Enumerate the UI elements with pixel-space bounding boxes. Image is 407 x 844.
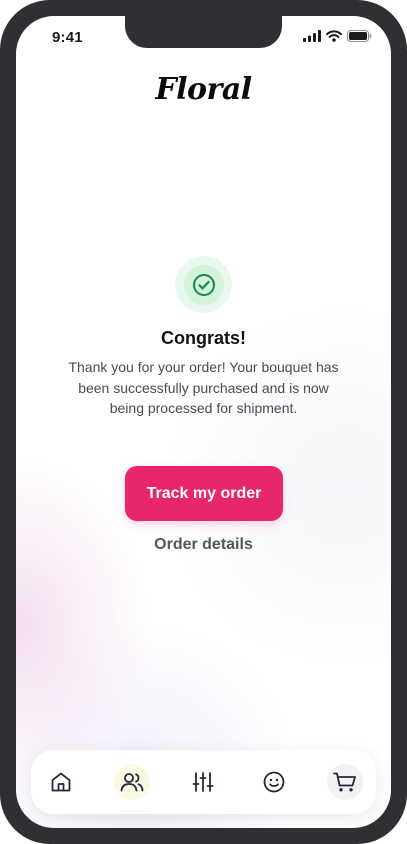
people-icon — [119, 770, 145, 794]
order-details-link[interactable]: Order details — [16, 536, 391, 554]
bottom-nav — [31, 750, 376, 814]
battery-icon — [347, 30, 372, 42]
success-badge — [175, 256, 232, 313]
confirmation-message: Thank you for your order! Your bouquet h… — [68, 359, 339, 416]
wifi-icon — [326, 30, 342, 42]
screen-background — [16, 16, 391, 828]
screen: 9:41 Floral Congrats! Thank you for your… — [16, 16, 391, 828]
cart-icon — [332, 770, 358, 794]
signal-icon — [303, 30, 321, 42]
nav-cart[interactable] — [327, 764, 363, 800]
nav-profile[interactable] — [256, 764, 292, 800]
smiley-icon — [262, 770, 286, 794]
track-order-button[interactable]: Track my order — [125, 466, 283, 521]
nav-home[interactable] — [43, 764, 79, 800]
home-icon — [49, 770, 73, 794]
status-time: 9:41 — [52, 29, 83, 46]
status-icons — [303, 30, 372, 42]
confirmation-title: Congrats! — [161, 328, 246, 348]
phone-frame: 9:41 Floral Congrats! Thank you for your… — [0, 0, 407, 844]
app-logo: Floral — [155, 72, 252, 107]
nav-people[interactable] — [114, 764, 150, 800]
sliders-icon — [191, 770, 215, 794]
notch — [125, 16, 282, 48]
check-circle-icon — [183, 264, 224, 305]
nav-filter[interactable] — [185, 764, 221, 800]
